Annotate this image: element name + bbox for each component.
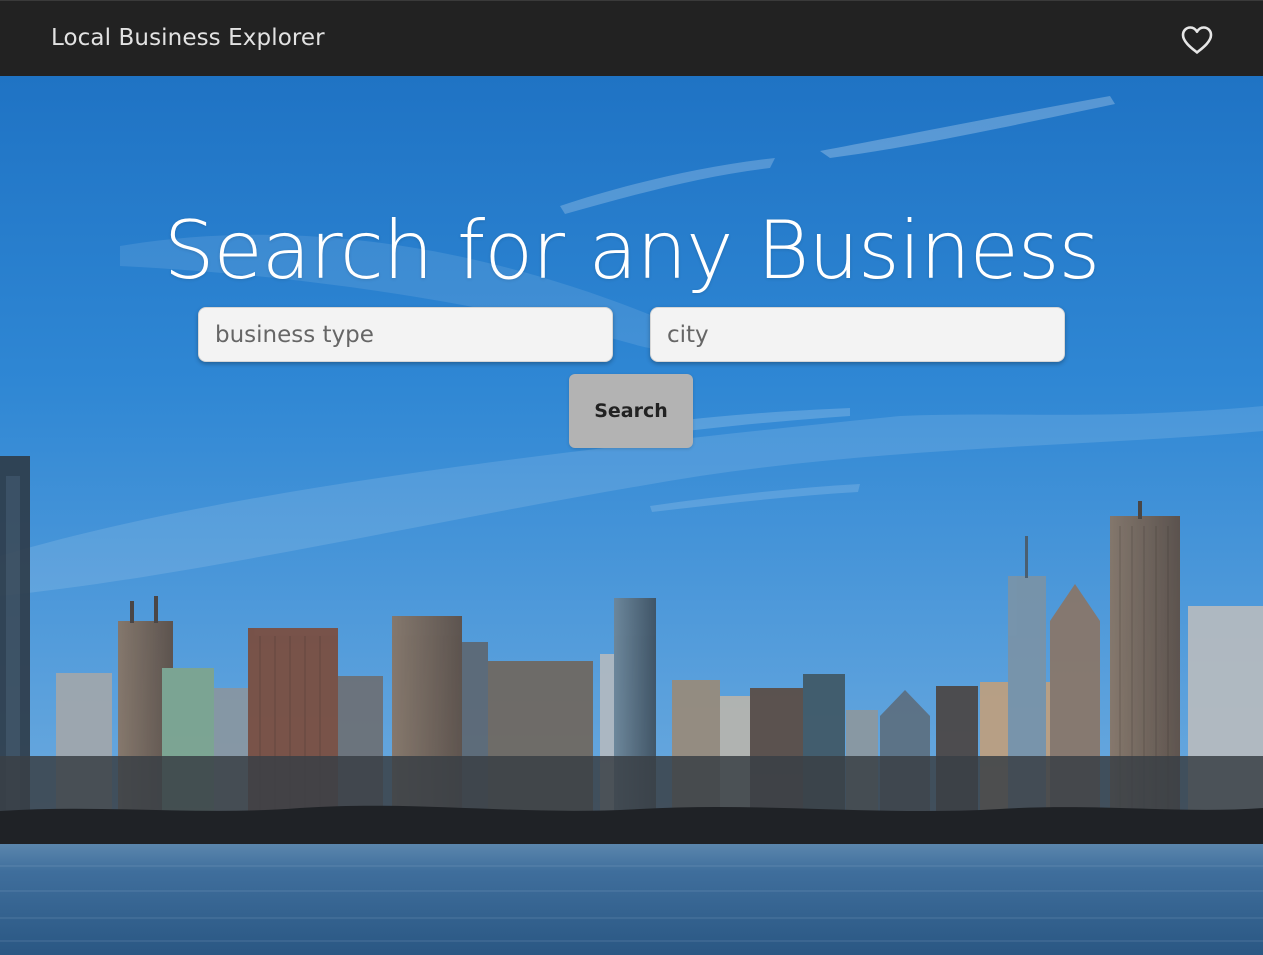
city-input[interactable] xyxy=(650,307,1065,362)
search-button[interactable]: Search xyxy=(569,374,693,448)
hero-section: Search for any Business Search xyxy=(0,76,1263,955)
page: Local Business Explorer Search for any B… xyxy=(0,0,1263,955)
brand-title[interactable]: Local Business Explorer xyxy=(51,25,325,51)
business-type-input[interactable] xyxy=(198,307,613,362)
hero-headline: Search for any Business xyxy=(163,204,1100,297)
top-navbar: Local Business Explorer xyxy=(0,0,1263,76)
heart-icon[interactable] xyxy=(1180,25,1214,55)
